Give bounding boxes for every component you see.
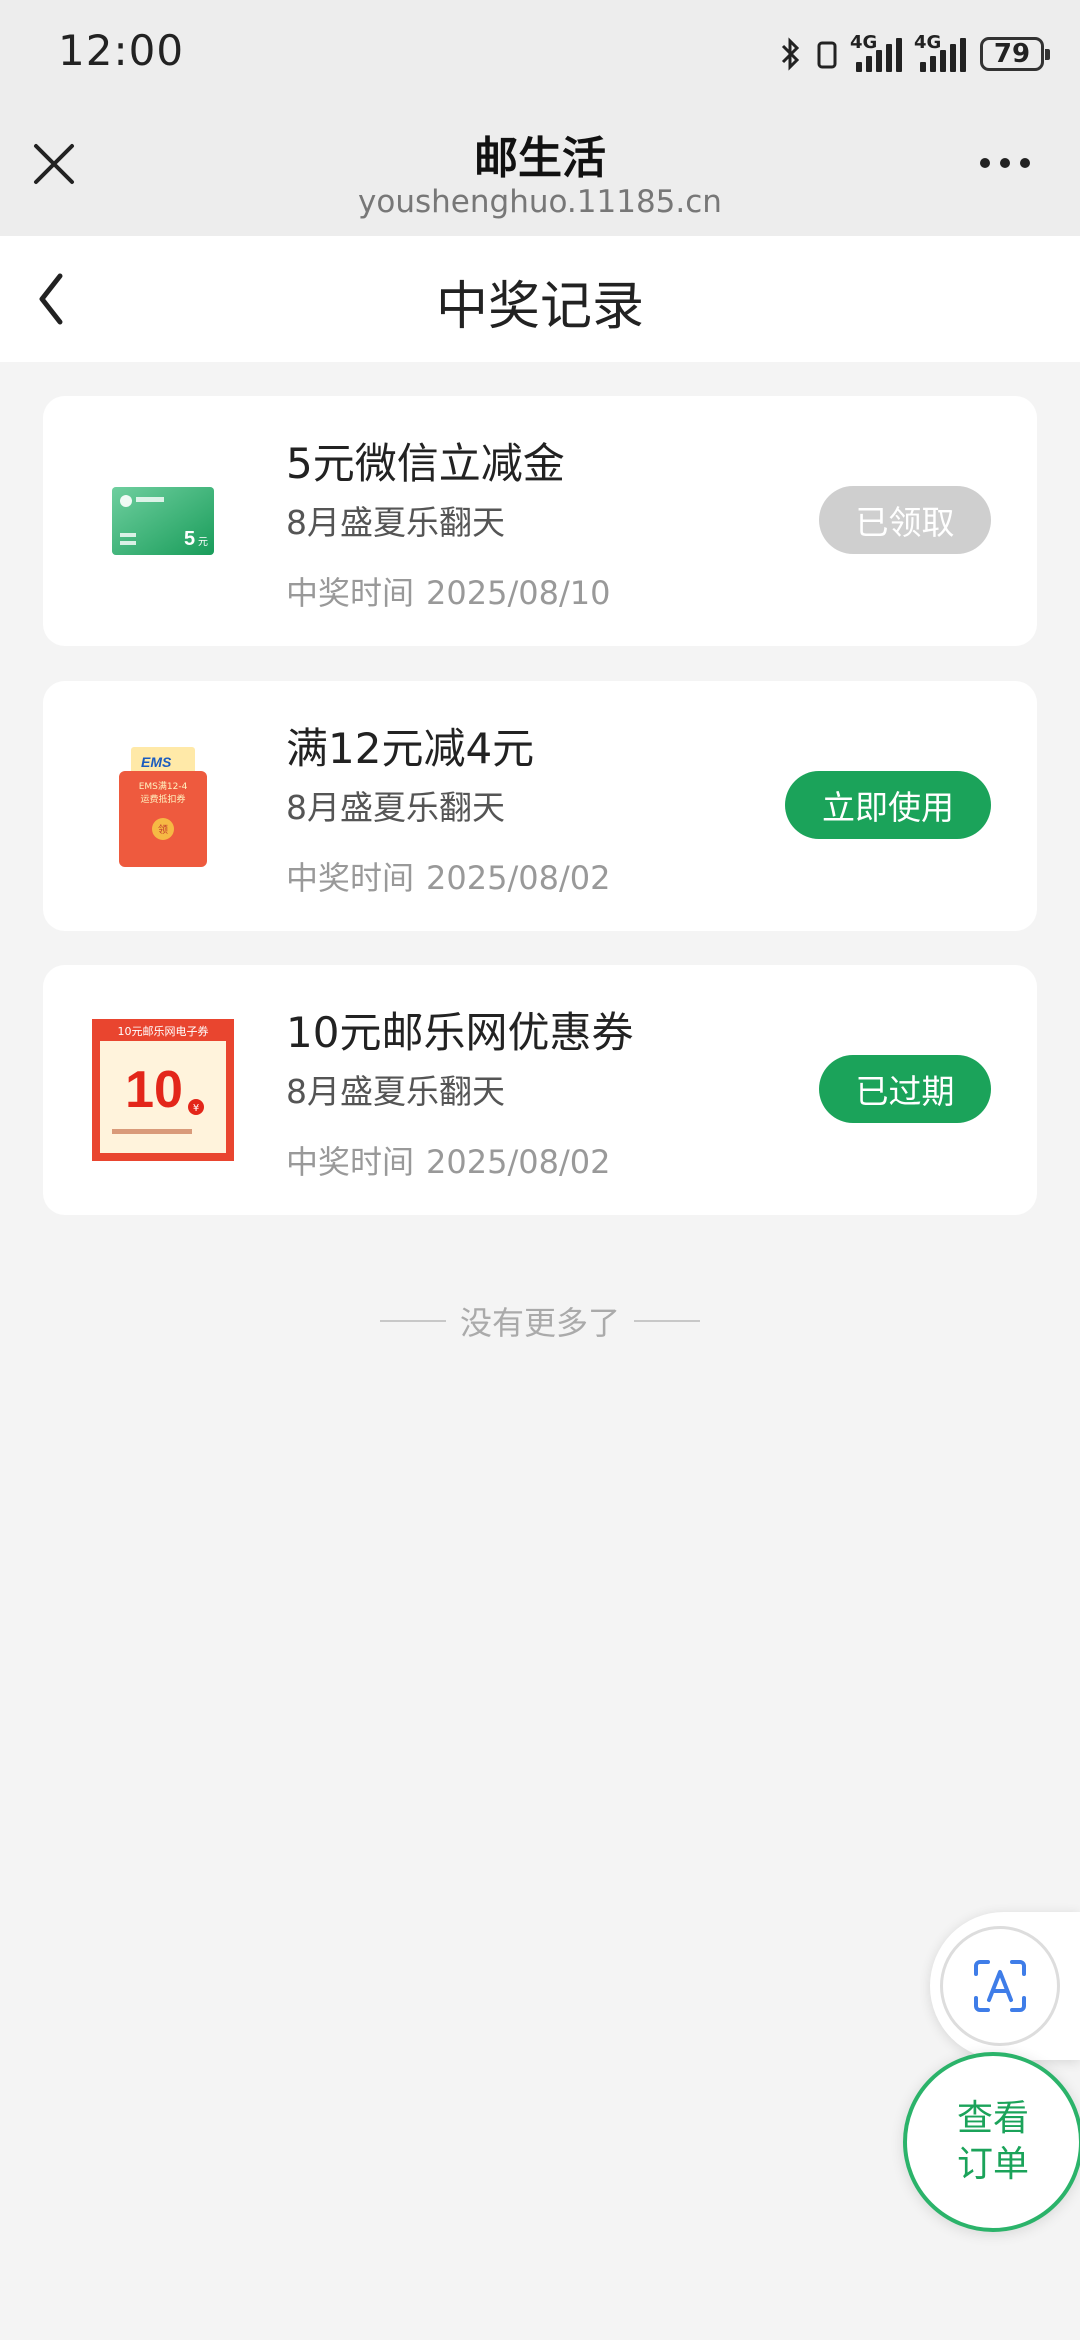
prize-name: 满12元减4元 — [286, 724, 535, 773]
view-order-label-line1: 查看 — [956, 2098, 1029, 2139]
svg-text:¥: ¥ — [193, 1103, 199, 1114]
list-end-note: 没有更多了 — [0, 1298, 1080, 1344]
use-now-button[interactable]: 立即使用 — [785, 771, 991, 839]
webview-header: 邮生活 youshenghuo.11185.cn — [0, 104, 1080, 236]
view-order-label-line2: 订单 — [956, 2144, 1029, 2185]
youle-coupon-thumbnail: 10元邮乐网电子券 10 ¥ — [83, 1005, 243, 1175]
prize-activity: 8月盛夏乐翻天 — [286, 1072, 505, 1111]
prize-activity: 8月盛夏乐翻天 — [286, 503, 505, 542]
svg-text:10: 10 — [125, 1061, 183, 1119]
status-icons: 4G 4G 79 — [780, 30, 1050, 78]
prize-time-value: 2025/08/10 — [426, 574, 611, 612]
prize-time-value: 2025/08/02 — [426, 859, 611, 897]
prize-name: 5元微信立减金 — [286, 439, 565, 488]
svg-text:元: 元 — [198, 537, 208, 548]
svg-text:领: 领 — [158, 823, 168, 836]
view-order-button[interactable]: 查看 订单 — [903, 2052, 1080, 2232]
battery-icon: 79 — [980, 37, 1050, 71]
prize-time-label: 中奖时间 — [286, 574, 415, 612]
claimed-button: 已领取 — [819, 486, 991, 554]
prize-name: 10元邮乐网优惠券 — [286, 1008, 634, 1057]
prize-time-label: 中奖时间 — [286, 1143, 415, 1181]
divider — [379, 1320, 446, 1322]
prize-activity: 8月盛夏乐翻天 — [286, 788, 505, 827]
svg-text:5: 5 — [184, 528, 195, 550]
bluetooth-icon — [781, 37, 800, 71]
vibrate-icon — [817, 41, 837, 69]
divider — [634, 1320, 700, 1322]
expired-button: 已过期 — [819, 1055, 991, 1123]
more-icon[interactable] — [980, 158, 1030, 168]
prize-time: 中奖时间 2025/08/02 — [286, 853, 610, 899]
no-more-text: 没有更多了 — [459, 1304, 620, 1342]
prize-record-card: 10元邮乐网电子券 10 ¥ 10元邮乐网优惠券 8月盛夏乐翻天 中奖时间 202… — [43, 965, 1037, 1215]
svg-text:EMS满12-4: EMS满12-4 — [139, 781, 188, 792]
svg-text:运费抵扣券: 运费抵扣券 — [140, 793, 185, 805]
signal-icon: 4G — [850, 32, 902, 72]
prize-time-label: 中奖时间 — [286, 859, 415, 897]
prize-time-value: 2025/08/02 — [426, 1143, 611, 1181]
webview-title: 邮生活 — [474, 133, 606, 184]
floating-tool-tab[interactable] — [930, 1912, 1080, 2060]
prize-record-card: 5 元 5元微信立减金 8月盛夏乐翻天 中奖时间 2025/08/10 已领取 — [43, 396, 1037, 646]
ems-coupon-thumbnail: EMS EMS满12-4 运费抵扣券 领 — [83, 721, 243, 891]
prize-time: 中奖时间 2025/08/02 — [286, 1137, 610, 1183]
scan-text-icon[interactable] — [940, 1926, 1060, 2046]
page-title: 中奖记录 — [435, 277, 644, 337]
prize-record-card: EMS EMS满12-4 运费抵扣券 领 满12元减4元 8月盛夏乐翻天 中奖时… — [43, 681, 1037, 931]
prize-time: 中奖时间 2025/08/10 — [286, 568, 610, 614]
webview-url: youshenghuo.11185.cn — [358, 184, 722, 220]
svg-text:EMS: EMS — [141, 754, 172, 770]
signal-icon: 4G — [914, 32, 966, 72]
status-bar: 12:00 4G 4G 79 — [0, 0, 1080, 104]
page-nav-bar: 中奖记录 — [0, 236, 1080, 362]
wechat-voucher-thumbnail: 5 元 — [83, 436, 243, 606]
battery-level: 79 — [993, 39, 1031, 69]
status-time: 12:00 — [58, 26, 185, 75]
svg-text:10元邮乐网电子券: 10元邮乐网电子券 — [118, 1024, 209, 1038]
